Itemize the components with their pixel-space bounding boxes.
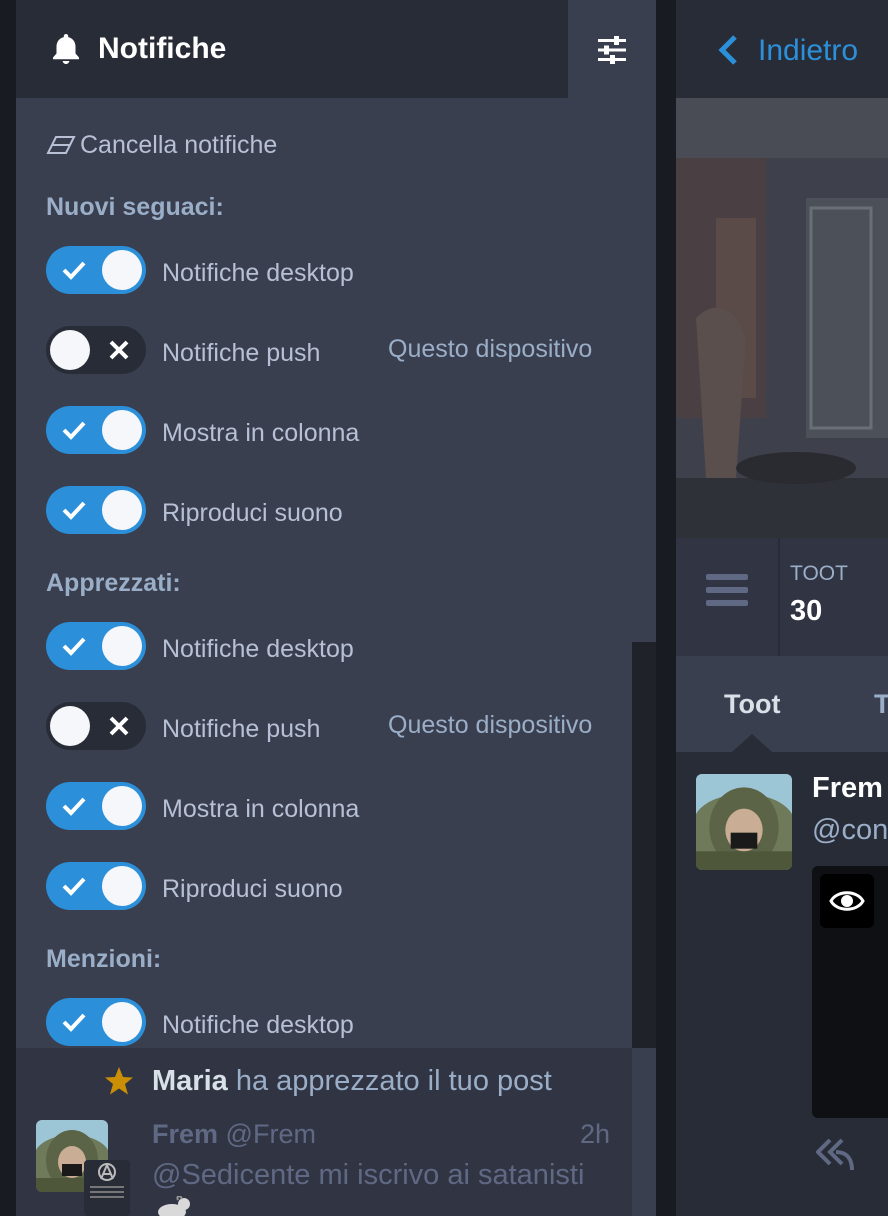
toggle-knob <box>102 410 142 450</box>
goat-emoji-icon <box>158 1196 190 1216</box>
option-label: Mostra in colonna <box>162 419 360 447</box>
x-icon <box>109 340 129 360</box>
toggle-fav-desktop[interactable] <box>46 622 146 670</box>
check-icon <box>62 1013 86 1032</box>
check-icon <box>62 261 86 280</box>
check-icon <box>62 797 86 816</box>
header-photo <box>676 98 888 538</box>
toggle-knob <box>102 626 142 666</box>
check-icon <box>62 501 86 520</box>
tab-next[interactable]: T <box>874 688 888 720</box>
star-icon <box>105 1067 133 1095</box>
toggle-fav-push[interactable] <box>46 702 146 750</box>
device-label: Questo dispositivo <box>388 335 593 363</box>
toggle-follow-desktop[interactable] <box>46 246 146 294</box>
status-content: @Sedicente mi iscrivo ai satanisti <box>152 1159 585 1191</box>
x-icon <box>109 716 129 736</box>
section-title-mentions: Menzioni: <box>46 945 162 973</box>
toggle-knob <box>102 786 142 826</box>
divider <box>778 538 780 656</box>
notifications-column: Notifiche Cancella notifiche Nuovi segua… <box>16 0 656 1216</box>
notification-text: Maria ha apprezzato il tuo post <box>152 1064 552 1098</box>
toggle-mention-desktop[interactable] <box>46 998 146 1046</box>
toggle-follow-sound[interactable] <box>46 486 146 534</box>
stat-label[interactable]: TOOT <box>790 562 848 586</box>
chevron-left-icon <box>718 35 737 65</box>
option-label: Notifiche push <box>162 715 321 743</box>
status-acct: @Frem <box>225 1119 316 1149</box>
device-label: Questo dispositivo <box>388 711 593 739</box>
toggle-fav-column[interactable] <box>46 782 146 830</box>
column-title: Notifiche <box>98 32 227 65</box>
status-display-name: Frem <box>152 1119 219 1149</box>
tab-toots[interactable]: Toot <box>724 688 780 720</box>
column-settings-button[interactable] <box>568 0 656 98</box>
toggle-knob <box>102 866 142 906</box>
option-label: Mostra in colonna <box>162 795 360 823</box>
back-label[interactable]: Indietro <box>758 32 858 70</box>
sliders-icon <box>598 36 626 64</box>
check-icon <box>62 421 86 440</box>
small-avatar <box>84 1160 130 1216</box>
section-title-favourites: Apprezzati: <box>46 569 181 597</box>
toggle-knob <box>102 1002 142 1042</box>
check-icon <box>62 637 86 656</box>
status-display-name[interactable]: Frem <box>812 770 883 806</box>
option-label: Riproduci suono <box>162 875 343 903</box>
toggle-knob <box>50 706 90 746</box>
option-label: Notifiche desktop <box>162 635 354 663</box>
tab-indicator <box>732 734 772 752</box>
profile-header-image <box>676 98 888 538</box>
toggle-follow-push[interactable] <box>46 326 146 374</box>
bell-icon <box>53 34 79 64</box>
eye-icon <box>829 891 865 911</box>
toggle-visibility-button[interactable] <box>820 874 874 928</box>
check-icon <box>62 877 86 896</box>
status-acct[interactable]: @con <box>812 812 888 848</box>
column-header[interactable]: Notifiche <box>16 0 568 98</box>
option-label: Notifiche desktop <box>162 259 354 287</box>
anarchy-icon <box>90 1162 124 1198</box>
status-author[interactable]: Frem @Frem <box>152 1118 316 1150</box>
reply-all-icon[interactable] <box>816 1136 854 1172</box>
avatar[interactable] <box>696 774 792 870</box>
scrollbar-thumb[interactable] <box>632 98 656 642</box>
profile-column: Indietro TOOT 30 Toot T Frem @con <box>676 0 888 1216</box>
toggle-follow-column[interactable] <box>46 406 146 454</box>
scrollbar-track-lower <box>632 1048 656 1216</box>
notification-actor[interactable]: Maria <box>152 1065 228 1097</box>
option-label: Notifiche push <box>162 339 321 367</box>
clear-notifications-button[interactable]: Cancella notifiche <box>46 130 277 160</box>
notification-action: ha apprezzato il tuo post <box>235 1065 552 1097</box>
toggle-fav-sound[interactable] <box>46 862 146 910</box>
eraser-icon <box>46 136 76 154</box>
status-time[interactable]: 2h <box>580 1118 610 1150</box>
stat-value[interactable]: 30 <box>790 594 822 628</box>
avatar-image <box>696 774 792 870</box>
toggle-knob <box>50 330 90 370</box>
option-label: Notifiche desktop <box>162 1011 354 1039</box>
bars-icon[interactable] <box>706 572 748 608</box>
option-label: Riproduci suono <box>162 499 343 527</box>
toggle-knob <box>102 490 142 530</box>
toggle-knob <box>102 250 142 290</box>
clear-notifications-label: Cancella notifiche <box>80 131 278 159</box>
profile-tabs <box>676 656 888 752</box>
section-title-follows: Nuovi seguaci: <box>46 193 224 221</box>
